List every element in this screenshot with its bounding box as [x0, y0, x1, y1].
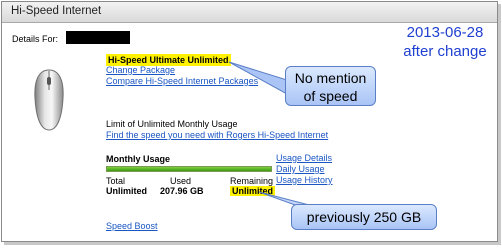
callout-no-speed: No mention of speed — [285, 66, 376, 106]
change-package-link[interactable]: Change Package — [106, 65, 175, 75]
find-speed-link[interactable]: Find the speed you need with Rogers Hi-S… — [106, 130, 328, 140]
mouse-icon — [32, 68, 66, 134]
panel-header: Hi-Speed Internet — [2, 2, 497, 23]
speed-boost-link[interactable]: Speed Boost — [106, 221, 158, 231]
daily-usage-link[interactable]: Daily Usage — [276, 164, 325, 174]
callout-no-speed-line1: No mention — [294, 70, 367, 86]
total-value: Unlimited — [106, 186, 148, 196]
remaining-header: Remaining — [230, 176, 274, 186]
used-header: Used — [170, 176, 192, 186]
used-value: 207.96 GB — [160, 186, 204, 196]
callout-no-speed-line2: of speed — [303, 88, 358, 104]
usage-progress-fill — [107, 167, 271, 171]
hi-speed-internet-panel: Hi-Speed Internet Details For: 2013-06-2… — [1, 1, 498, 242]
monthly-usage-title: Monthly Usage — [106, 154, 171, 164]
usage-history-link[interactable]: Usage History — [276, 175, 333, 185]
remaining-value: Unlimited — [230, 186, 276, 196]
compare-packages-link[interactable]: Compare Hi-Speed Internet Packages — [106, 76, 258, 86]
usage-progress-bar — [106, 166, 272, 172]
frame-shadow-right — [498, 4, 501, 245]
panel-title: Hi-Speed Internet — [11, 5, 102, 17]
redacted-account-bar — [66, 31, 130, 44]
callout-previous-text: previously 250 GB — [306, 209, 422, 225]
annotation-date: 2013-06-28 after change — [398, 23, 492, 61]
details-for-label: Details For: — [12, 34, 59, 44]
limit-label: Limit of Unlimited Monthly Usage — [106, 119, 238, 129]
annotation-date-text: 2013-06-28 — [406, 24, 484, 41]
frame-shadow-bottom — [4, 242, 500, 245]
usage-details-link[interactable]: Usage Details — [276, 153, 332, 163]
annotation-note-text: after change — [403, 43, 487, 60]
callout-previous-cap: previously 250 GB — [291, 204, 437, 230]
total-header: Total — [106, 176, 126, 186]
